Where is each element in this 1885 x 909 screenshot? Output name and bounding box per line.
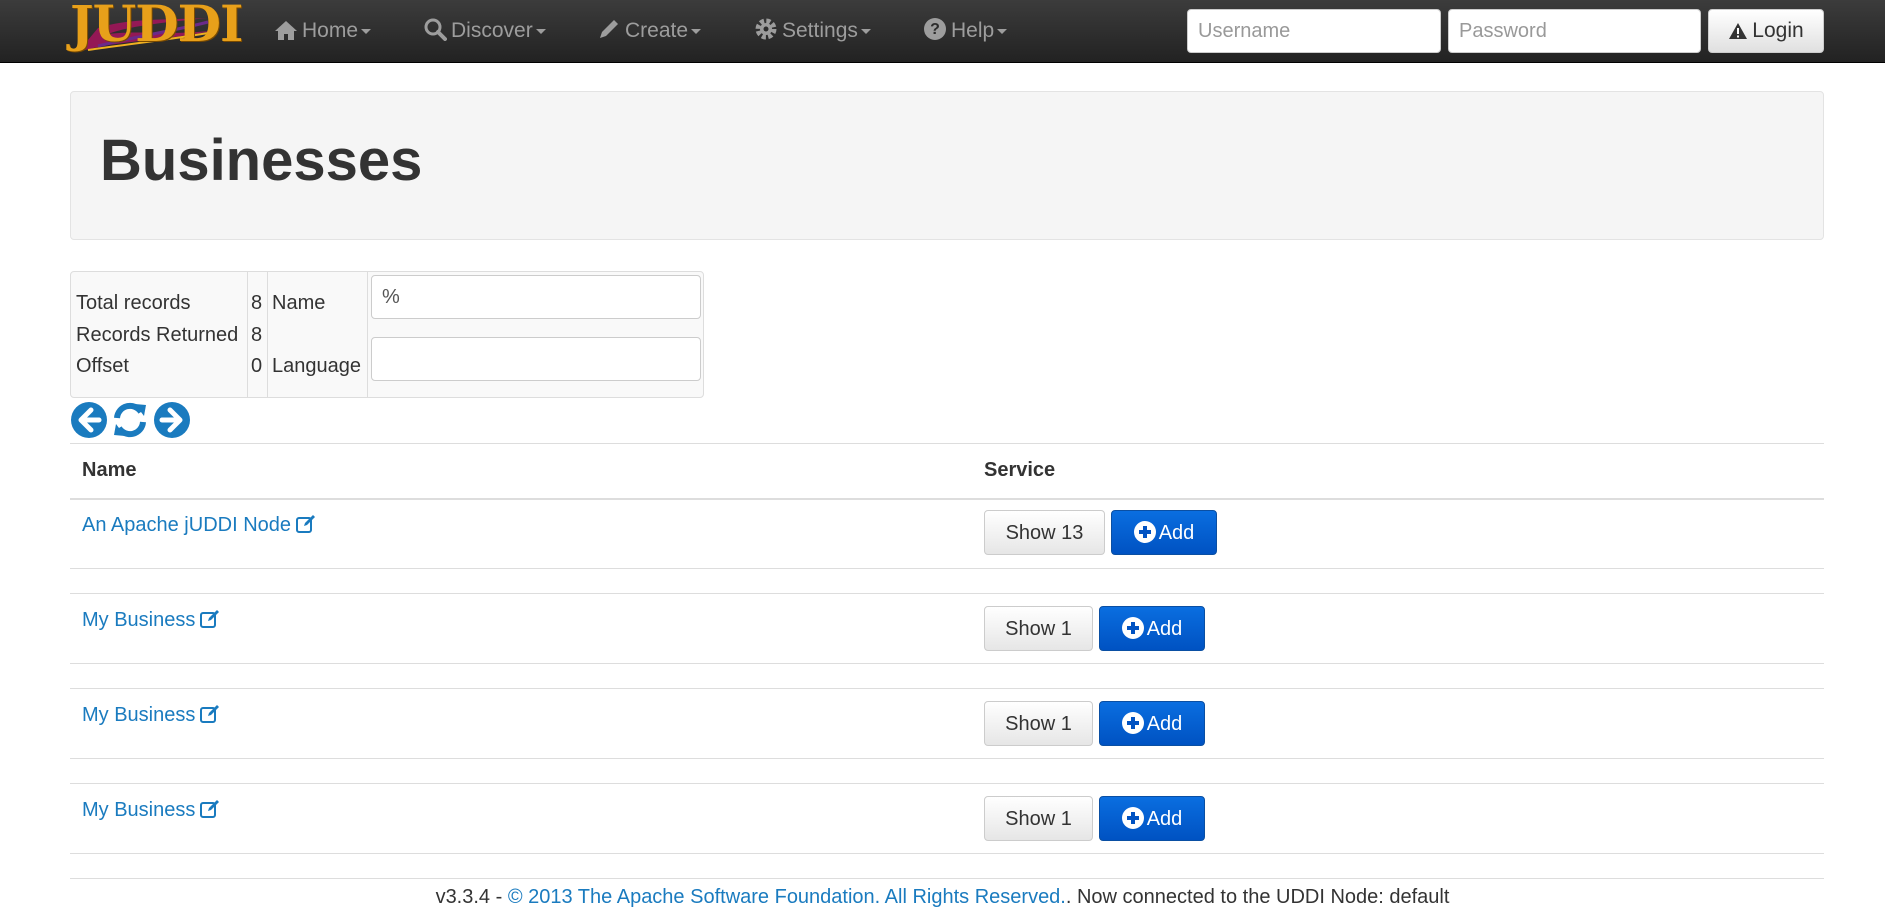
show-services-button[interactable]: Show 1 — [984, 606, 1093, 651]
row-divider — [70, 593, 1824, 594]
nav-settings-label: Settings — [782, 19, 858, 42]
footer-version: v3.3.4 - — [435, 886, 508, 908]
name-filter-label: Name — [272, 292, 326, 314]
business-link[interactable]: My Business — [82, 799, 220, 822]
password-input[interactable] — [1448, 9, 1701, 53]
plus-circle-icon — [1121, 807, 1144, 829]
total-records-label: Total records — [76, 292, 191, 314]
chevron-down-icon — [860, 29, 871, 34]
pencil-icon — [600, 20, 618, 38]
add-service-label: Add — [1146, 808, 1183, 830]
refresh-icon[interactable] — [111, 401, 149, 439]
page-title: Businesses — [100, 128, 423, 193]
add-service-button[interactable]: Add — [1099, 796, 1205, 841]
plus-circle-icon — [1121, 617, 1144, 639]
add-service-button[interactable]: Add — [1099, 606, 1205, 651]
nav-discover[interactable]: Discover — [423, 0, 546, 62]
home-icon — [275, 21, 297, 40]
edit-icon — [200, 800, 220, 818]
column-header-name: Name — [82, 459, 137, 481]
login-button[interactable]: Login — [1708, 9, 1824, 53]
offset-label: Offset — [76, 355, 129, 377]
row-divider — [70, 688, 1824, 689]
add-service-button[interactable]: Add — [1099, 701, 1205, 746]
edit-icon — [296, 515, 316, 533]
name-filter-input[interactable] — [371, 275, 701, 319]
previous-page-icon[interactable] — [70, 401, 108, 439]
brand-logo[interactable]: JUDDI — [68, 0, 243, 62]
chevron-down-icon — [361, 29, 372, 34]
nav-settings[interactable]: Settings — [754, 0, 871, 62]
nav-help[interactable]: ? Help — [923, 0, 1008, 62]
show-services-button[interactable]: Show 1 — [984, 796, 1093, 841]
business-link[interactable]: My Business — [82, 704, 220, 727]
business-link[interactable]: An Apache jUDDI Node — [82, 514, 316, 537]
copyright-link[interactable]: © 2013 The Apache Software Foundation. A… — [508, 886, 1066, 908]
chevron-down-icon — [997, 29, 1008, 34]
chevron-down-icon — [691, 29, 702, 34]
show-services-button[interactable]: Show 1 — [984, 701, 1093, 746]
next-page-icon[interactable] — [153, 401, 191, 439]
business-name: My Business — [82, 799, 196, 821]
gear-icon — [755, 18, 777, 40]
language-filter-input[interactable] — [371, 337, 701, 381]
edit-icon — [200, 610, 220, 628]
chevron-down-icon — [535, 29, 546, 34]
footer-status: . Now connected to the UDDI Node: defaul… — [1065, 886, 1450, 908]
search-icon — [424, 18, 447, 41]
row-divider — [70, 853, 1824, 854]
business-name: My Business — [82, 609, 196, 631]
brand-text: JUDDI — [70, 0, 243, 53]
add-service-label: Add — [1146, 618, 1183, 640]
business-name: An Apache jUDDI Node — [82, 514, 292, 536]
navbar: JUDDI Home Discover Create Settings ? He… — [0, 0, 1885, 63]
page-header: Businesses — [70, 91, 1824, 240]
show-services-button[interactable]: Show 13 — [984, 510, 1105, 555]
business-name: My Business — [82, 704, 196, 726]
row-divider — [70, 568, 1824, 569]
svg-text:?: ? — [930, 21, 940, 38]
login-label: Login — [1752, 19, 1804, 42]
row-divider — [70, 758, 1824, 759]
question-circle-icon: ? — [924, 18, 946, 40]
divider — [367, 272, 368, 397]
business-link[interactable]: My Business — [82, 609, 220, 632]
add-service-button[interactable]: Add — [1111, 510, 1217, 555]
table-header-border — [70, 498, 1824, 500]
row-divider — [70, 663, 1824, 664]
footer-divider — [70, 878, 1824, 879]
records-returned-label: Records Returned — [76, 324, 239, 346]
add-service-label: Add — [1146, 713, 1183, 735]
language-filter-label: Language — [272, 355, 361, 377]
search-stats-panel: Total records 8 Records Returned 8 Offse… — [70, 271, 704, 398]
nav-create[interactable]: Create — [597, 0, 702, 62]
nav-home-label: Home — [302, 19, 359, 42]
footer: v3.3.4 - © 2013 The Apache Software Foun… — [0, 886, 1885, 909]
nav-discover-label: Discover — [451, 19, 533, 42]
nav-create-label: Create — [625, 19, 689, 42]
nav-help-label: Help — [951, 19, 995, 42]
divider — [247, 272, 248, 397]
plus-circle-icon — [1133, 521, 1156, 543]
table-border — [70, 443, 1824, 444]
offset-value: 0 — [251, 355, 263, 377]
column-header-service: Service — [984, 459, 1056, 481]
row-divider — [70, 783, 1824, 784]
plus-circle-icon — [1121, 712, 1144, 734]
nav-home[interactable]: Home — [274, 0, 372, 62]
username-input[interactable] — [1187, 9, 1441, 53]
divider — [267, 272, 268, 397]
records-returned-value: 8 — [251, 324, 263, 346]
total-records-value: 8 — [251, 292, 263, 314]
edit-icon — [200, 705, 220, 723]
warning-icon — [1729, 23, 1748, 39]
add-service-label: Add — [1158, 522, 1195, 544]
